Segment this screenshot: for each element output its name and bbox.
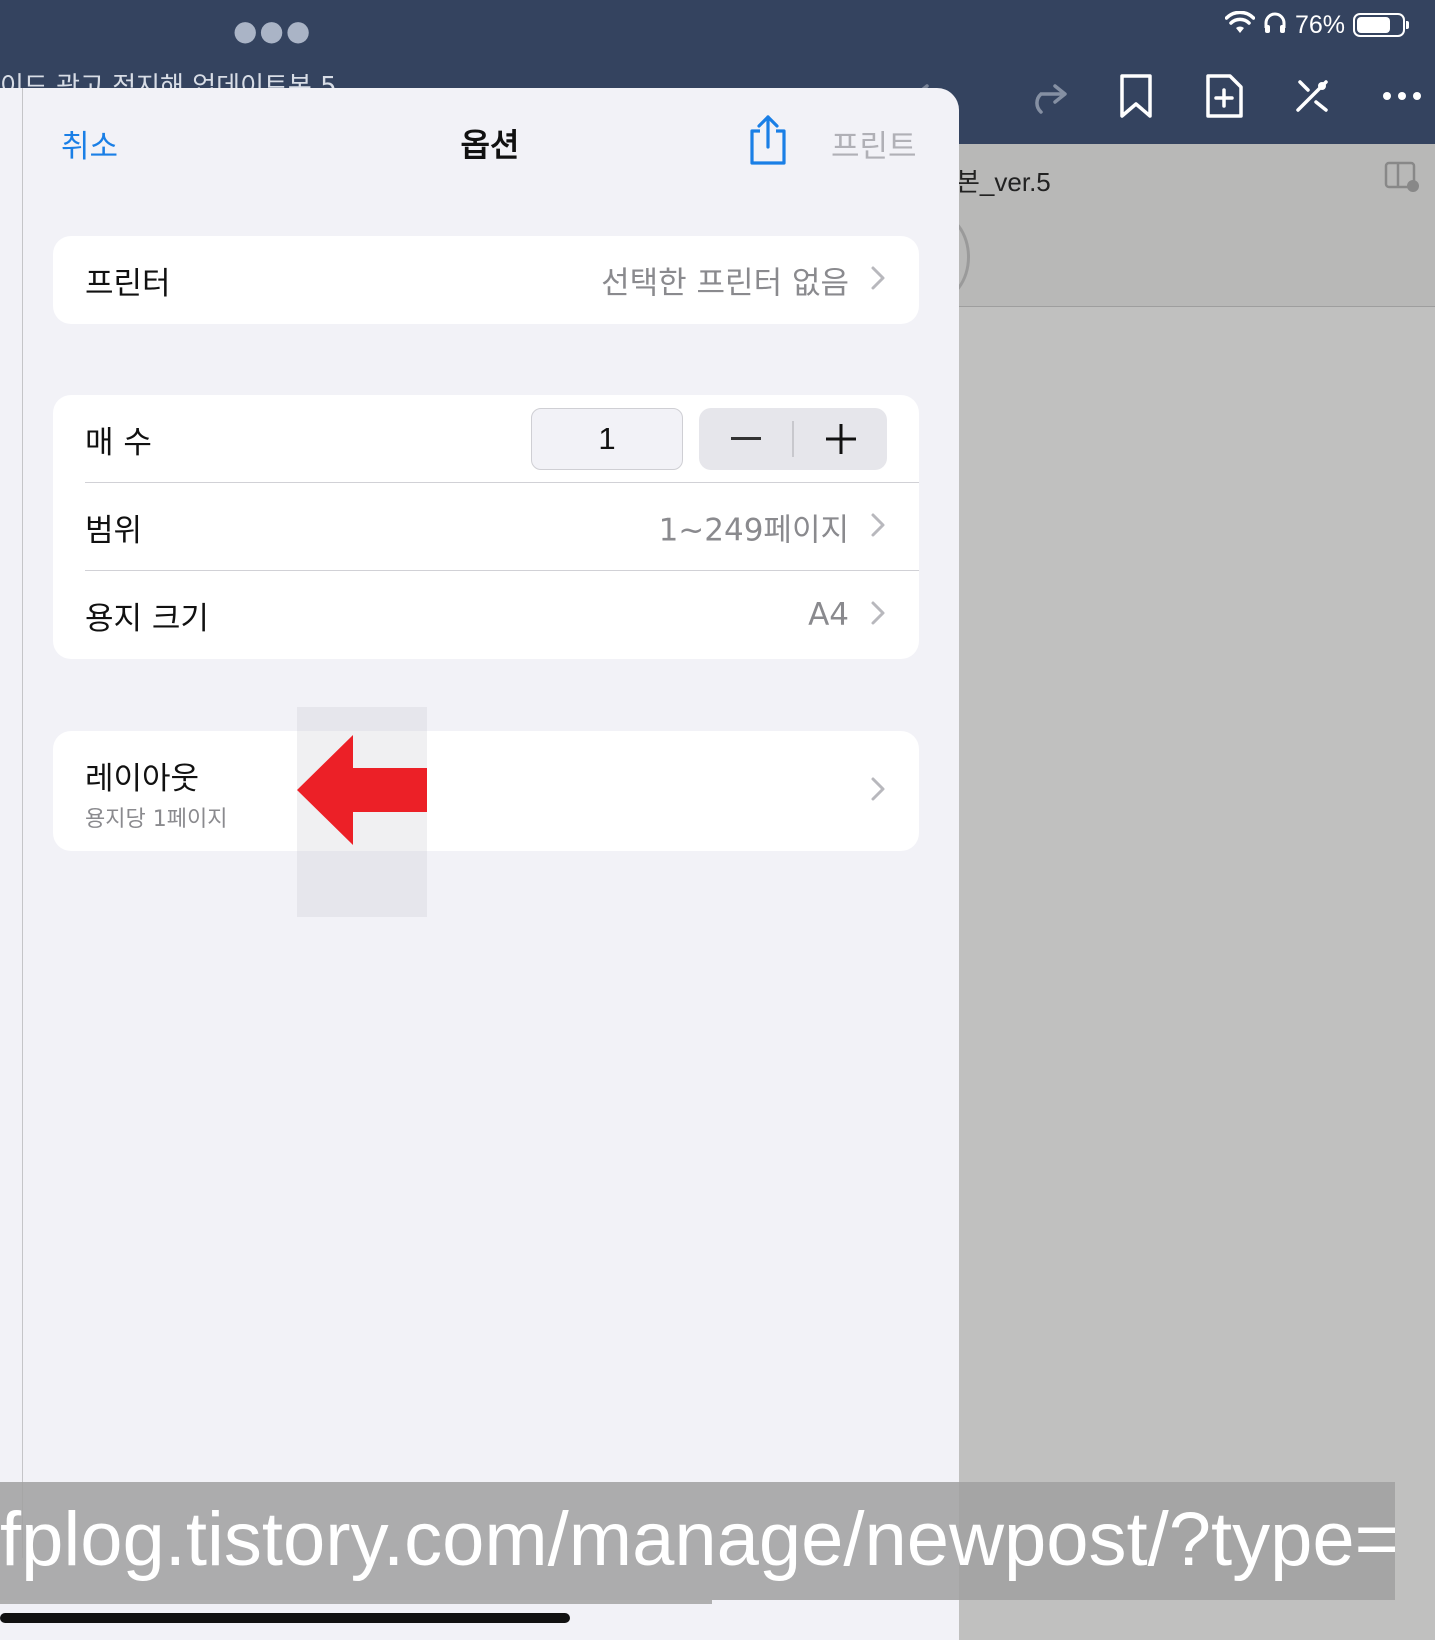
home-indicator[interactable] [0, 1613, 570, 1623]
decrement-button[interactable] [699, 408, 792, 470]
print-options-sheet: 취소 옵션 프린트 프린터 선택한 프린터 없음 매 수 1 범위 1~249페… [0, 88, 959, 1640]
multitasking-dots-icon[interactable]: ●●● [233, 14, 312, 47]
copies-stepper [699, 408, 887, 470]
share-icon[interactable] [746, 114, 790, 170]
more-icon[interactable] [1376, 68, 1428, 124]
chevron-right-icon [870, 776, 886, 806]
add-page-icon[interactable] [1198, 68, 1250, 124]
bookmark-icon[interactable] [1110, 68, 1162, 124]
status-bar: 76% [1224, 8, 1409, 42]
wifi-icon [1224, 10, 1256, 39]
chevron-right-icon [870, 265, 886, 295]
range-label: 범위 [85, 512, 143, 549]
copies-input[interactable]: 1 [531, 408, 683, 470]
layout-subtitle: 용지당 1페이지 [85, 807, 228, 832]
print-settings-group: 매 수 1 범위 1~249페이지 용지 크기 A4 [53, 395, 919, 659]
chevron-right-icon [870, 600, 886, 630]
printer-value: 선택한 프린터 없음 [601, 265, 849, 302]
tools-icon[interactable] [1286, 68, 1338, 124]
layout-group: 레이아웃 용지당 1페이지 [53, 731, 919, 851]
layout-row[interactable]: 레이아웃 용지당 1페이지 [53, 731, 919, 851]
range-row[interactable]: 범위 1~249페이지 [53, 483, 919, 571]
layout-label: 레이아웃 [85, 761, 200, 797]
copies-label: 매 수 [85, 424, 152, 461]
paper-size-label: 용지 크기 [85, 600, 209, 637]
redo-icon[interactable] [1020, 68, 1072, 124]
range-value: 1~249페이지 [658, 512, 849, 549]
url-watermark: fplog.tistory.com/manage/newpost/?type= [0, 1497, 1395, 1582]
red-arrow-icon [297, 735, 427, 849]
print-button[interactable]: 프린트 [831, 121, 917, 166]
paper-size-value: A4 [808, 597, 849, 633]
increment-button[interactable] [794, 408, 887, 470]
sidebar-toggle-icon[interactable] [1384, 160, 1420, 198]
battery-percent: 76% [1294, 10, 1345, 39]
paper-size-row[interactable]: 용지 크기 A4 [53, 571, 919, 659]
document-name: 본_ver.5 [956, 167, 1051, 197]
printer-label: 프린터 [85, 265, 171, 302]
headphones-icon [1263, 11, 1287, 39]
cancel-button[interactable]: 취소 [61, 121, 118, 166]
chevron-right-icon [870, 512, 886, 542]
printer-group: 프린터 선택한 프린터 없음 [53, 236, 919, 324]
printer-row[interactable]: 프린터 선택한 프린터 없음 [53, 236, 919, 324]
copies-row: 매 수 1 [53, 395, 919, 483]
battery-icon [1353, 13, 1409, 37]
sheet-title: 옵션 [460, 126, 520, 164]
